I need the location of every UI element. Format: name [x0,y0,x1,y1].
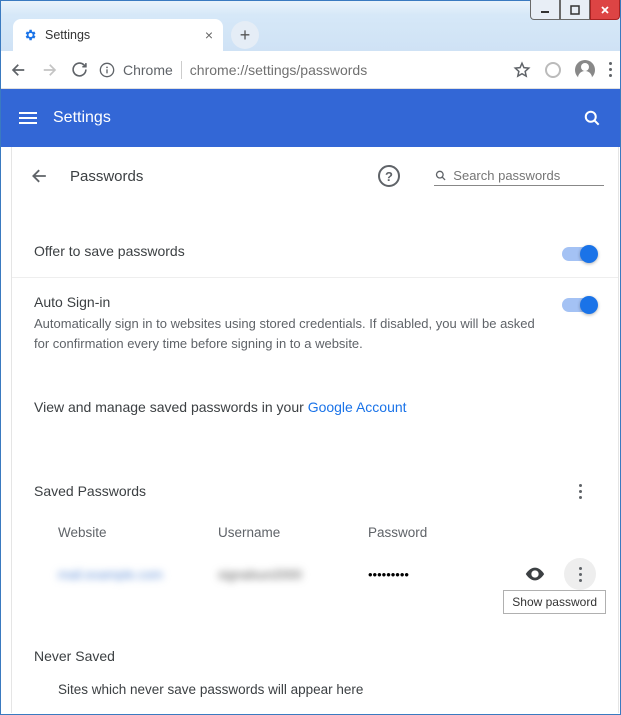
settings-title: Settings [53,109,111,127]
minimize-button[interactable] [530,0,560,20]
maximize-button[interactable] [560,0,590,20]
saved-section-menu[interactable] [564,475,596,507]
offer-save-label: Offer to save passwords [34,243,548,259]
new-tab-button[interactable]: + [231,21,259,49]
page-header-row: Passwords ? [12,147,618,205]
col-website: Website [58,525,218,540]
manage-link-row: View and manage saved passwords in your … [12,369,618,431]
col-password: Password [368,525,488,540]
tab-strip: Settings × + [1,15,620,51]
profile-avatar[interactable] [575,60,595,80]
saved-password-row: mail.example.com signalsun2000 •••••••••… [12,550,618,598]
back-arrow-icon[interactable] [30,166,50,186]
search-icon[interactable] [582,108,602,128]
reload-button[interactable] [69,60,89,80]
search-passwords-field[interactable] [434,166,604,186]
browser-menu-button[interactable] [609,62,612,77]
auto-signin-toggle[interactable] [562,298,596,312]
back-button[interactable] [9,60,29,80]
toolbar-right [513,60,612,80]
forward-button[interactable] [39,60,59,80]
saved-table-header: Website Username Password [12,515,618,550]
show-password-tooltip: Show password [503,590,606,614]
tab-settings[interactable]: Settings × [13,19,223,51]
url-scheme: Chrome [123,62,173,78]
password-masked: ••••••••• [368,567,488,582]
tab-title: Settings [45,28,90,42]
address-bar[interactable]: Chrome chrome://settings/passwords [99,61,503,79]
manage-prefix: View and manage saved passwords in your [34,399,308,415]
separator [181,61,182,79]
content-area: Passwords ? Offer to save passwords Auto… [11,147,619,713]
search-icon [434,168,447,183]
site-value[interactable]: mail.example.com [58,567,218,582]
saved-passwords-header: Saved Passwords [12,431,618,515]
settings-header: Settings [1,89,620,147]
page-title: Passwords [70,168,143,185]
offer-save-toggle[interactable] [562,247,596,261]
eye-icon[interactable] [524,563,546,585]
search-passwords-input[interactable] [453,168,604,183]
scroll-region[interactable]: Passwords ? Offer to save passwords Auto… [11,147,619,713]
row-menu-button[interactable] [564,558,596,590]
auto-signin-row: Auto Sign-in Automatically sign in to we… [12,277,618,369]
never-saved-msg: Sites which never save passwords will ap… [12,672,618,709]
browser-window: Settings × + Chrome chrome://settings/pa… [0,0,621,715]
close-window-button[interactable] [590,0,620,20]
username-value: signalsun2000 [218,567,368,582]
passwords-card: Passwords ? Offer to save passwords Auto… [11,147,619,713]
col-username: Username [218,525,368,540]
gear-icon [23,28,37,42]
offer-save-row: Offer to save passwords [12,205,618,277]
toolbar: Chrome chrome://settings/passwords [1,51,620,89]
info-icon [99,62,115,78]
menu-icon[interactable] [19,112,37,124]
never-saved-title: Never Saved [34,648,115,664]
auto-signin-desc: Automatically sign in to websites using … [34,314,548,353]
auto-signin-title: Auto Sign-in [34,294,548,310]
help-icon[interactable]: ? [378,165,400,187]
saved-passwords-title: Saved Passwords [34,483,146,499]
google-account-link[interactable]: Google Account [308,399,407,415]
close-tab-icon[interactable]: × [205,27,213,43]
window-controls [530,0,620,20]
extension-icon[interactable] [545,62,561,78]
star-icon[interactable] [513,61,531,79]
titlebar [1,1,620,15]
url-path: chrome://settings/passwords [190,62,367,78]
